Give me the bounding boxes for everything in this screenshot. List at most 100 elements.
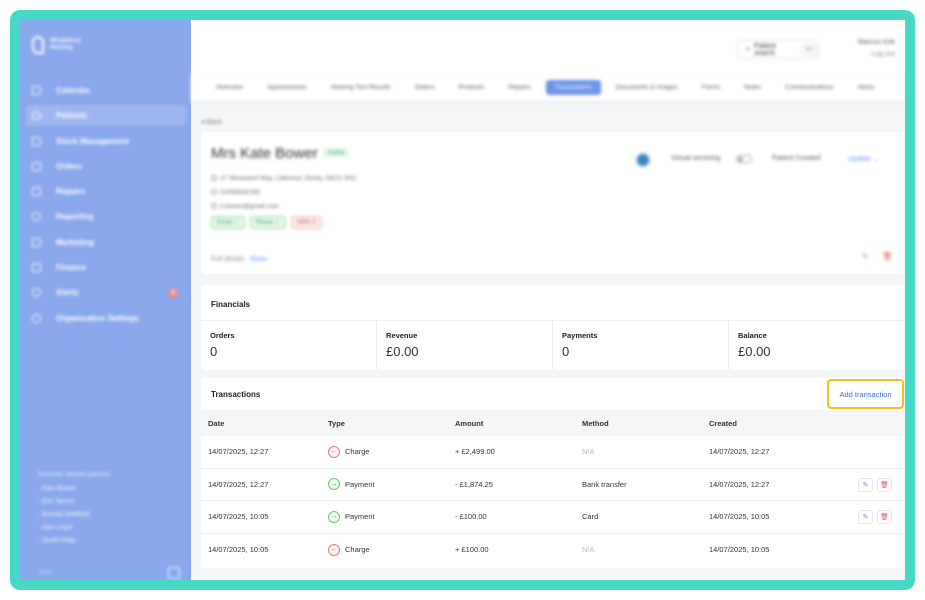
cell-type: ← Charge: [328, 445, 455, 458]
patient-card: Mrs Kate Bower Active 27 Westward Way, L…: [201, 132, 904, 274]
patient-tabs: Overview Appointments Hearing Test Resul…: [191, 73, 905, 103]
cell-amount: - £1,874.25: [455, 479, 493, 489]
tag-phone[interactable]: Phone ✓: [249, 216, 286, 229]
row-actions: ✎ 🗑: [858, 477, 892, 492]
table-row[interactable]: 14/07/2025, 12:27 ← Charge + £2,499.00 N/…: [201, 436, 904, 469]
patient-name: Mrs Kate Bower: [211, 145, 318, 162]
edit-transaction-button[interactable]: ✎: [858, 477, 873, 492]
user-icon: [32, 111, 41, 121]
tab-communications[interactable]: Communications: [776, 80, 842, 95]
recent-patient-link[interactable]: - Alan Lloyd: [38, 521, 110, 534]
location-icon: [211, 175, 217, 181]
tab-appointments[interactable]: Appointments: [258, 80, 316, 95]
recent-patient-link[interactable]: - Kate Bower: [38, 482, 110, 495]
column-method[interactable]: Method: [582, 419, 709, 428]
financial-stats: Orders 0 Revenue £0.00 Payments 0 Balanc…: [201, 320, 904, 370]
recent-patient-link[interactable]: - Eric Tanner: [38, 495, 110, 508]
recent-patient-link[interactable]: - Brenda Sheffield: [38, 508, 110, 521]
cell-method: N/A: [582, 447, 595, 457]
sidebar: Whalebury Hearing Calendar Patients Stoc…: [20, 20, 191, 580]
sidebar-item-alerts[interactable]: Alerts 3: [26, 282, 186, 303]
sidebar-item-repairs[interactable]: Repairs: [26, 181, 186, 202]
sidebar-item-patients[interactable]: Patients: [26, 105, 186, 127]
cell-amount: - £100.00: [455, 512, 487, 522]
sidebar-item-reporting[interactable]: Reporting: [26, 206, 186, 227]
stat-payments: Payments 0: [553, 321, 729, 370]
transactions-title: Transactions: [211, 390, 261, 399]
table-header: Date Type Amount Method Created: [201, 410, 904, 436]
table-row[interactable]: 14/07/2025, 10:05 → Payment - £100.00 Car…: [201, 501, 904, 534]
tab-alerts[interactable]: Alerts: [849, 80, 884, 95]
pencil-icon[interactable]: ✎: [862, 252, 869, 261]
calendar-icon: [32, 86, 41, 95]
search-label: Patient search: [753, 42, 776, 57]
cell-type: → Payment: [328, 478, 455, 491]
user-name: Marcus Kirk: [858, 39, 895, 46]
column-created[interactable]: Created: [709, 419, 849, 428]
tab-products[interactable]: Products: [450, 80, 494, 95]
back-link[interactable]: ◂ Back: [201, 118, 222, 126]
tab-overview[interactable]: Overview: [207, 80, 252, 95]
search-icon: ⌕: [746, 45, 750, 53]
trash-icon: 🗑: [880, 481, 889, 489]
recently-viewed: Recently viewed patients - Kate Bower - …: [38, 468, 110, 547]
bell-icon: [32, 288, 41, 298]
cell-amount: + £100.00: [455, 545, 489, 555]
patient-search-button[interactable]: ⌕ Patient search ⌘K: [737, 40, 819, 59]
tab-orders[interactable]: Orders: [406, 80, 444, 95]
tag-email[interactable]: Email ✓: [211, 216, 245, 229]
arrow-left-icon: ←: [328, 445, 340, 458]
sidebar-nav: Calendar Patients Stock Management Order…: [26, 80, 186, 333]
app-window: Whalebury Hearing Calendar Patients Stoc…: [20, 20, 905, 580]
collapse-sidebar-icon[interactable]: [168, 567, 180, 579]
sidebar-item-marketing[interactable]: Marketing: [26, 232, 186, 253]
tab-transactions[interactable]: Transactions: [545, 79, 601, 95]
table-row[interactable]: 14/07/2025, 10:05 ← Charge + £100.00 N/A …: [201, 534, 904, 567]
cell-created: 14/07/2025, 12:27: [709, 479, 770, 489]
mail-icon: [211, 203, 217, 209]
tag-sms[interactable]: SMS ✕: [290, 216, 323, 229]
cell-type: → Payment: [328, 510, 455, 523]
edit-transaction-button[interactable]: ✎: [858, 510, 873, 524]
alerts-count-badge: 3: [168, 288, 178, 299]
pencil-icon: ✎: [862, 514, 869, 521]
top-header: ⌕ Patient search ⌘K Marcus Kirk Log out: [191, 20, 905, 73]
cell-created: 14/07/2025, 10:05: [709, 545, 770, 555]
cell-amount: + £2,499.00: [455, 447, 495, 457]
financials-card: Financials Orders 0 Revenue £0.00 Paymen…: [201, 285, 904, 370]
tab-hearing-test-results[interactable]: Hearing Test Results: [322, 80, 400, 95]
screenshot-frame: Whalebury Hearing Calendar Patients Stoc…: [10, 10, 915, 590]
logo[interactable]: Whalebury Hearing: [32, 36, 81, 54]
ear-logo-icon: [32, 36, 44, 54]
delete-transaction-button[interactable]: 🗑: [877, 477, 892, 492]
sidebar-item-orders[interactable]: Orders: [26, 156, 186, 177]
sidebar-item-organisation-settings[interactable]: Organisation Settings: [26, 308, 186, 329]
show-details-link[interactable]: Show: [249, 256, 267, 263]
patient-address: 27 Westward Way, Littleover, Derby, DE22…: [211, 175, 357, 182]
logout-link[interactable]: Log out: [872, 51, 895, 58]
stat-revenue: Revenue £0.00: [377, 321, 553, 370]
delete-transaction-button[interactable]: 🗑: [877, 510, 892, 524]
sidebar-item-stock-management[interactable]: Stock Management: [26, 131, 186, 152]
column-date[interactable]: Date: [201, 419, 328, 428]
cell-type: ← Charge: [328, 543, 455, 556]
sidebar-item-calendar[interactable]: Calendar: [26, 80, 186, 101]
patient-email: k.bower@gmail.com: [211, 203, 279, 210]
column-type[interactable]: Type: [328, 419, 455, 428]
tab-repairs[interactable]: Repairs: [499, 80, 539, 95]
sidebar-item-finance[interactable]: Finance: [26, 257, 186, 278]
column-amount[interactable]: Amount: [455, 419, 582, 428]
add-transaction-button[interactable]: Add transaction: [827, 379, 904, 409]
arrow-right-icon: →: [328, 478, 340, 491]
main-content: ◂ Back Mrs Kate Bower Active 27 Westward…: [191, 105, 905, 580]
cell-date: 14/07/2025, 10:05: [208, 545, 269, 555]
update-button[interactable]: Update ⌄: [848, 155, 878, 163]
recent-patient-link[interactable]: - Geoff Philip: [38, 534, 110, 547]
table-row[interactable]: 14/07/2025, 12:27 → Payment - £1,874.25 B…: [201, 469, 904, 501]
virtual-servicing-toggle[interactable]: [736, 155, 752, 163]
trash-icon[interactable]: 🗑: [882, 252, 892, 261]
tab-forms[interactable]: Forms: [693, 80, 729, 95]
full-details: Full details Show: [211, 256, 267, 263]
tab-notes[interactable]: Notes: [735, 80, 770, 95]
tab-documents-images[interactable]: Documents & Images: [607, 80, 687, 95]
